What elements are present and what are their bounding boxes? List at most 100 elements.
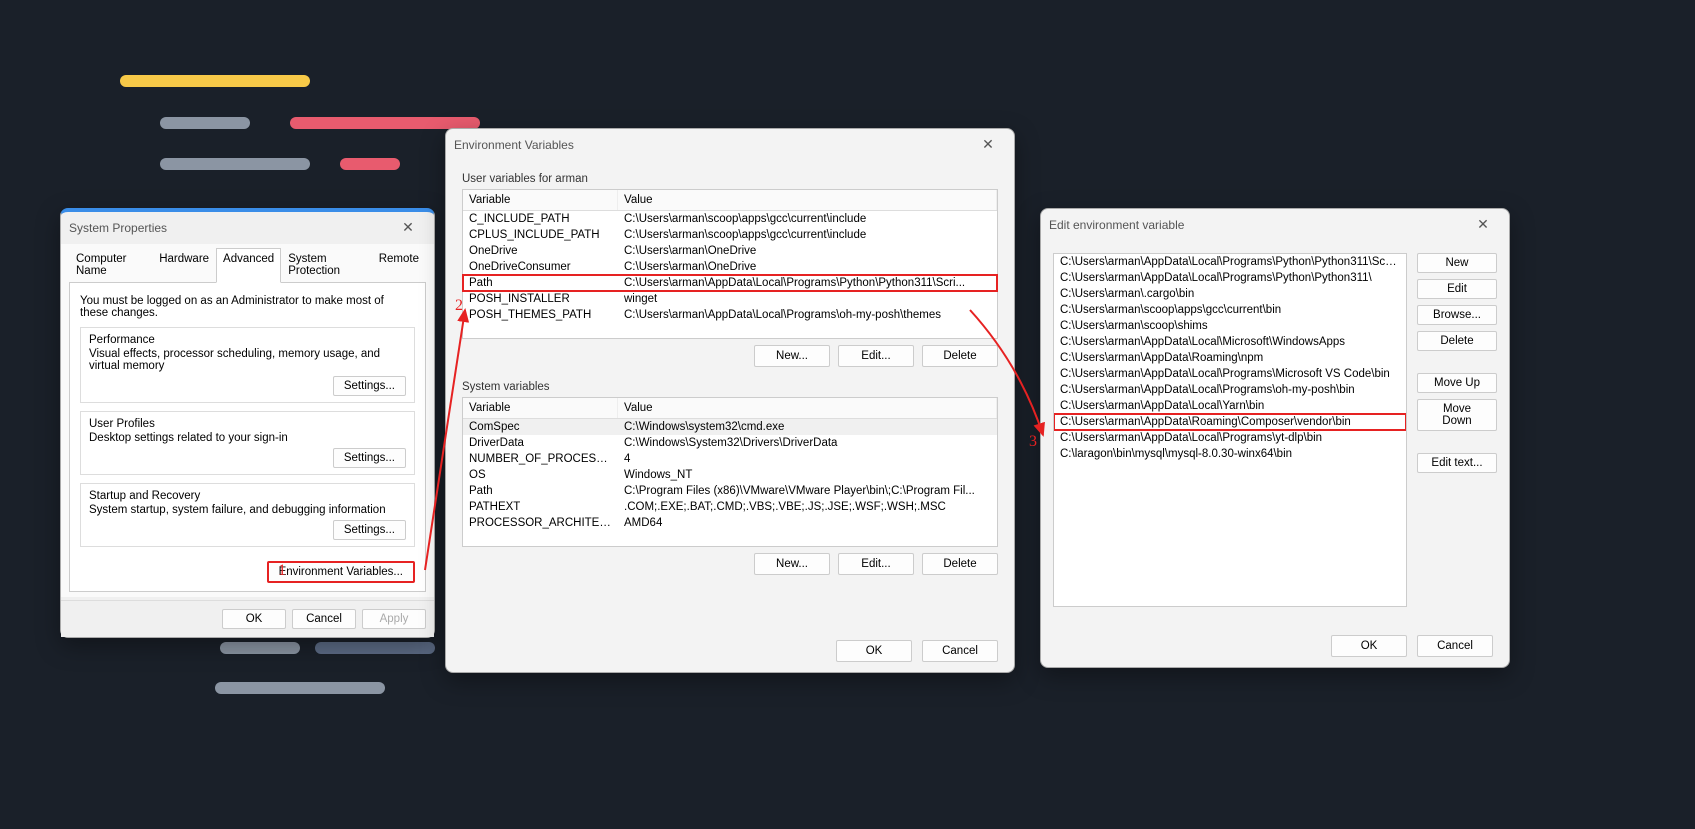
var-name: ComSpec	[463, 420, 618, 434]
sys-var-row[interactable]: PathC:\Program Files (x86)\VMware\VMware…	[463, 483, 997, 499]
admin-notice: You must be logged on as an Administrato…	[80, 295, 415, 319]
user-profiles-label: User Profiles	[89, 418, 406, 430]
var-name: NUMBER_OF_PROCESSORS	[463, 452, 618, 466]
tab-advanced[interactable]: Advanced	[216, 248, 281, 283]
path-item[interactable]: C:\Users\arman\AppData\Local\Programs\Mi…	[1054, 366, 1406, 382]
user-var-row[interactable]: OneDriveConsumerC:\Users\arman\OneDrive	[463, 259, 997, 275]
move-up-button[interactable]: Move Up	[1417, 373, 1497, 393]
sys-var-row[interactable]: PATHEXT.COM;.EXE;.BAT;.CMD;.VBS;.VBE;.JS…	[463, 499, 997, 515]
close-icon[interactable]: ✕	[390, 216, 426, 240]
ok-button[interactable]: OK	[222, 609, 286, 629]
var-value: C:\Users\arman\AppData\Local\Programs\Py…	[618, 276, 997, 290]
tab-system-protection[interactable]: System Protection	[281, 248, 372, 282]
user-profiles-settings-button[interactable]: Settings...	[333, 448, 406, 468]
col-header-variable[interactable]: Variable	[463, 190, 618, 210]
user-delete-button[interactable]: Delete	[922, 345, 998, 367]
user-profiles-desc: Desktop settings related to your sign-in	[89, 432, 406, 444]
var-value: 4	[618, 452, 997, 466]
var-value: Windows_NT	[618, 468, 997, 482]
performance-desc: Visual effects, processor scheduling, me…	[89, 348, 406, 372]
path-item[interactable]: C:\Users\arman\AppData\Local\Microsoft\W…	[1054, 334, 1406, 350]
edit-button[interactable]: Edit	[1417, 279, 1497, 299]
titlebar[interactable]: System Properties ✕	[61, 212, 434, 244]
col-header-variable[interactable]: Variable	[463, 398, 618, 418]
cancel-button[interactable]: Cancel	[922, 640, 998, 662]
user-new-button[interactable]: New...	[754, 345, 830, 367]
sys-edit-button[interactable]: Edit...	[838, 553, 914, 575]
environment-variables-button[interactable]: Environment Variables...	[267, 561, 415, 583]
close-icon[interactable]: ✕	[970, 133, 1006, 157]
path-item[interactable]: C:\Users\arman\.cargo\bin	[1054, 286, 1406, 302]
decorative-bar	[340, 158, 400, 170]
var-value: C:\Windows\system32\cmd.exe	[618, 420, 997, 434]
cancel-button[interactable]: Cancel	[1417, 635, 1493, 657]
apply-button[interactable]: Apply	[362, 609, 426, 629]
path-item[interactable]: C:\Users\arman\AppData\Local\Programs\Py…	[1054, 270, 1406, 286]
sys-delete-button[interactable]: Delete	[922, 553, 998, 575]
startup-desc: System startup, system failure, and debu…	[89, 504, 406, 516]
tab-computer-name[interactable]: Computer Name	[69, 248, 152, 282]
user-vars-table[interactable]: Variable Value C_INCLUDE_PATHC:\Users\ar…	[462, 189, 998, 339]
sys-vars-table[interactable]: Variable Value ComSpecC:\Windows\system3…	[462, 397, 998, 547]
var-value: C:\Users\arman\OneDrive	[618, 260, 997, 274]
user-var-row[interactable]: PathC:\Users\arman\AppData\Local\Program…	[463, 275, 997, 291]
decorative-bar	[160, 158, 310, 170]
path-list[interactable]: C:\Users\arman\AppData\Local\Programs\Py…	[1053, 253, 1407, 607]
user-var-row[interactable]: CPLUS_INCLUDE_PATHC:\Users\arman\scoop\a…	[463, 227, 997, 243]
sys-new-button[interactable]: New...	[754, 553, 830, 575]
sys-var-row[interactable]: NUMBER_OF_PROCESSORS4	[463, 451, 997, 467]
path-item[interactable]: C:\Users\arman\scoop\shims	[1054, 318, 1406, 334]
sys-var-row[interactable]: OSWindows_NT	[463, 467, 997, 483]
path-item[interactable]: C:\Users\arman\scoop\apps\gcc\current\bi…	[1054, 302, 1406, 318]
path-item[interactable]: C:\Users\arman\AppData\Local\Programs\yt…	[1054, 430, 1406, 446]
decorative-bar	[215, 682, 385, 694]
edit-env-var-dialog: Edit environment variable ✕ C:\Users\arm…	[1040, 208, 1510, 668]
edit-text-button[interactable]: Edit text...	[1417, 453, 1497, 473]
ok-button[interactable]: OK	[836, 640, 912, 662]
performance-settings-button[interactable]: Settings...	[333, 376, 406, 396]
move-down-button[interactable]: Move Down	[1417, 399, 1497, 431]
system-properties-dialog: System Properties ✕ Computer Name Hardwa…	[60, 208, 435, 638]
sys-var-row[interactable]: DriverDataC:\Windows\System32\Drivers\Dr…	[463, 435, 997, 451]
user-var-row[interactable]: C_INCLUDE_PATHC:\Users\arman\scoop\apps\…	[463, 211, 997, 227]
startup-settings-button[interactable]: Settings...	[333, 520, 406, 540]
user-edit-button[interactable]: Edit...	[838, 345, 914, 367]
col-header-value[interactable]: Value	[618, 398, 997, 418]
var-name: DriverData	[463, 436, 618, 450]
tab-hardware[interactable]: Hardware	[152, 248, 216, 282]
path-item[interactable]: C:\Users\arman\AppData\Roaming\Composer\…	[1054, 414, 1406, 430]
var-value: C:\Program Files (x86)\VMware\VMware Pla…	[618, 484, 997, 498]
performance-label: Performance	[89, 334, 406, 346]
new-button[interactable]: New	[1417, 253, 1497, 273]
var-value: AMD64	[618, 516, 997, 530]
browse-button[interactable]: Browse...	[1417, 305, 1497, 325]
environment-variables-dialog: Environment Variables ✕ User variables f…	[445, 128, 1015, 673]
ok-button[interactable]: OK	[1331, 635, 1407, 657]
path-item[interactable]: C:\Users\arman\AppData\Local\Programs\oh…	[1054, 382, 1406, 398]
decorative-bar	[220, 642, 300, 654]
col-header-value[interactable]: Value	[618, 190, 997, 210]
user-var-row[interactable]: POSH_INSTALLERwinget	[463, 291, 997, 307]
var-name: CPLUS_INCLUDE_PATH	[463, 228, 618, 242]
path-item[interactable]: C:\Users\arman\AppData\Local\Programs\Py…	[1054, 254, 1406, 270]
sys-var-row[interactable]: PROCESSOR_ARCHITECTUREAMD64	[463, 515, 997, 531]
user-var-row[interactable]: POSH_THEMES_PATHC:\Users\arman\AppData\L…	[463, 307, 997, 323]
path-item[interactable]: C:\laragon\bin\mysql\mysql-8.0.30-winx64…	[1054, 446, 1406, 462]
titlebar[interactable]: Edit environment variable ✕	[1041, 209, 1509, 241]
startup-label: Startup and Recovery	[89, 490, 406, 502]
delete-button[interactable]: Delete	[1417, 331, 1497, 351]
sys-var-row[interactable]: ComSpecC:\Windows\system32\cmd.exe	[463, 419, 997, 435]
dialog-title: Environment Variables	[454, 138, 970, 152]
titlebar[interactable]: Environment Variables ✕	[446, 129, 1014, 161]
annotation-3: 3	[1029, 433, 1037, 451]
user-var-row[interactable]: OneDriveC:\Users\arman\OneDrive	[463, 243, 997, 259]
path-item[interactable]: C:\Users\arman\AppData\Roaming\npm	[1054, 350, 1406, 366]
path-item[interactable]: C:\Users\arman\AppData\Local\Yarn\bin	[1054, 398, 1406, 414]
tab-remote[interactable]: Remote	[372, 248, 426, 282]
cancel-button[interactable]: Cancel	[292, 609, 356, 629]
dialog-title: Edit environment variable	[1049, 218, 1465, 232]
var-value: C:\Windows\System32\Drivers\DriverData	[618, 436, 997, 450]
var-value: winget	[618, 292, 997, 306]
var-value: C:\Users\arman\scoop\apps\gcc\current\in…	[618, 212, 997, 226]
close-icon[interactable]: ✕	[1465, 213, 1501, 237]
